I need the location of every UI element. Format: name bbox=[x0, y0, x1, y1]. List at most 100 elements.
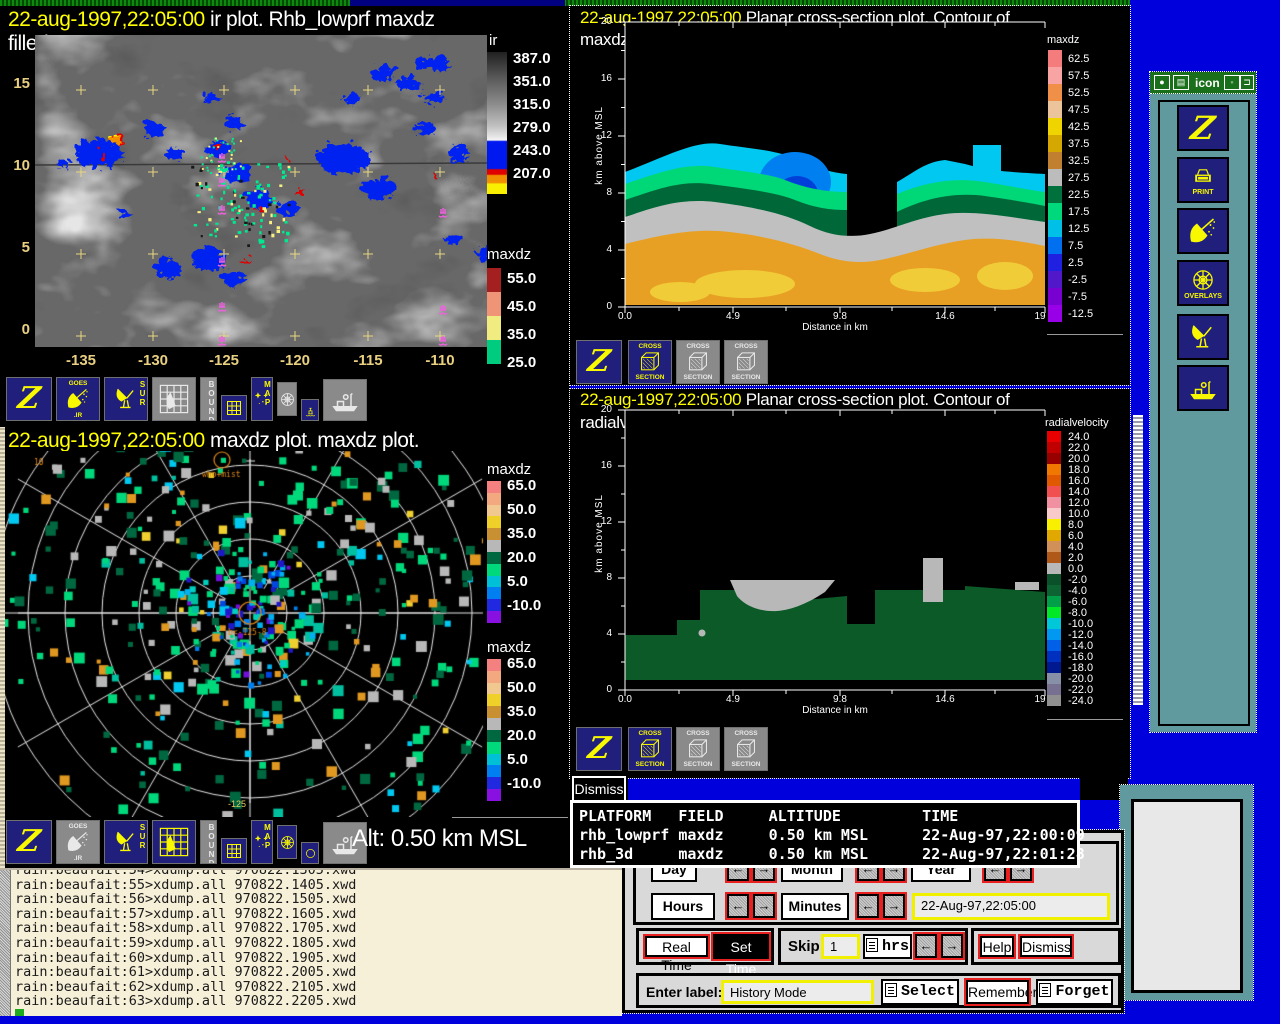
skip-label: Skip bbox=[788, 938, 820, 955]
cross-section-button-2[interactable]: CROSSSECTION bbox=[676, 727, 720, 771]
forget-menu-button[interactable]: Forget bbox=[1036, 979, 1113, 1005]
skip-groupbox: Skip 1 hrs ← → bbox=[778, 928, 968, 965]
ir-colorbar bbox=[487, 52, 507, 194]
colorbar-label: 243.0 bbox=[513, 142, 551, 159]
real-time-button[interactable]: Real Time bbox=[645, 936, 708, 957]
cross-section-button-3[interactable]: CROSSSECTION bbox=[724, 340, 768, 384]
terminal-cursor[interactable] bbox=[15, 1009, 24, 1016]
bounds-button[interactable]: BOUNDS bbox=[200, 377, 217, 421]
satellite-button[interactable] bbox=[1177, 208, 1229, 254]
ship-button[interactable] bbox=[323, 379, 367, 421]
print-button[interactable]: PRINT bbox=[1177, 157, 1229, 203]
window-iconify-icon[interactable]: ⊐ bbox=[1240, 75, 1254, 90]
goes-ir-button[interactable]: GOES.IR bbox=[56, 820, 100, 864]
satellite-map[interactable] bbox=[35, 35, 487, 347]
radar-ppi-display[interactable] bbox=[0, 451, 570, 817]
y-tick-label: 12 bbox=[590, 130, 612, 141]
grid-radar-button[interactable] bbox=[152, 820, 196, 864]
xsec1-plot[interactable] bbox=[613, 14, 1058, 326]
skip-units-menu[interactable]: hrs bbox=[863, 934, 912, 959]
hours-next-button[interactable]: → bbox=[753, 894, 775, 918]
colorbar-label: 315.0 bbox=[513, 96, 551, 113]
colorbar-label: 62.5 bbox=[1068, 53, 1089, 65]
cross-section-button-1[interactable]: CROSSSECTION bbox=[628, 727, 672, 771]
colorbar-segment bbox=[487, 777, 501, 789]
colorbar-segment bbox=[1047, 486, 1061, 497]
colorbar-segment bbox=[1048, 152, 1062, 169]
icon-label-bottom: SECTION bbox=[684, 761, 713, 768]
time-value-field[interactable]: 22-Aug-97,22:05:00 bbox=[912, 893, 1110, 920]
map-button[interactable]: MAP bbox=[251, 377, 273, 421]
colorbar-segment bbox=[487, 552, 501, 564]
skip-forward-button[interactable]: → bbox=[941, 934, 963, 958]
skip-value-field[interactable]: 1 bbox=[821, 934, 860, 959]
small-grid-button[interactable] bbox=[221, 395, 247, 421]
zebra-z-glyph: Z bbox=[16, 384, 42, 414]
colorbar-segment bbox=[1047, 497, 1061, 508]
label-value-field[interactable]: History Mode bbox=[721, 980, 874, 1004]
cross-section-button-2[interactable]: CROSSSECTION bbox=[676, 340, 720, 384]
help-button[interactable]: Help bbox=[980, 936, 1014, 957]
xsec2-plot[interactable] bbox=[613, 402, 1058, 709]
platform-dismiss-button[interactable]: Dismiss bbox=[572, 776, 626, 802]
terminal-window[interactable]: rain:beaufait:54>xdump.all 970822.1305.x… bbox=[0, 868, 622, 1016]
dismiss-button[interactable]: Dismiss bbox=[1020, 936, 1072, 957]
colorbar-segment bbox=[1047, 673, 1061, 684]
y-tick-label: 8 bbox=[590, 187, 612, 198]
colorbar-segment bbox=[1047, 519, 1061, 530]
terminal-scrollbar[interactable] bbox=[0, 870, 11, 1016]
circle-button[interactable] bbox=[301, 842, 319, 864]
bounds-button[interactable]: BOUNDS bbox=[200, 820, 217, 864]
overlays-button-label: OVERLAYS bbox=[1184, 293, 1222, 300]
x-tick-label: 9.8 bbox=[820, 694, 860, 705]
colorbar-label: 20.0 bbox=[507, 549, 536, 566]
zebra-button[interactable]: Z bbox=[576, 727, 622, 771]
minutes-prev-button[interactable]: ← bbox=[857, 894, 879, 918]
buoy-button[interactable] bbox=[301, 399, 319, 421]
cross-section-button-1-glyph bbox=[637, 736, 663, 762]
zebra-button[interactable]: Z bbox=[1177, 105, 1229, 151]
cross-section-button-3[interactable]: CROSSSECTION bbox=[724, 727, 768, 771]
overlays-wheel-button[interactable] bbox=[277, 825, 297, 859]
x-tick-label: 9.8 bbox=[820, 311, 860, 322]
radar-antenna-button[interactable] bbox=[1177, 314, 1229, 360]
colorbar-segment bbox=[1047, 552, 1061, 563]
minutes-next-button[interactable]: → bbox=[883, 894, 905, 918]
window-menu-icon[interactable]: ▤ bbox=[1173, 75, 1189, 90]
map-button[interactable]: MAP bbox=[251, 820, 273, 864]
zebra-button[interactable]: Z bbox=[6, 820, 52, 864]
icon-window-titlebar[interactable]: ● ▤ icon ◦ ⊐ bbox=[1150, 72, 1256, 94]
scroll-strip[interactable] bbox=[1133, 415, 1143, 705]
icon-label-top: CROSS bbox=[734, 343, 757, 350]
window-menu-circle-icon[interactable]: ● bbox=[1154, 75, 1170, 90]
radar-colorbar1 bbox=[487, 481, 501, 623]
remember-button[interactable]: Remember bbox=[966, 980, 1029, 1004]
xsec1-colorbar-title: maxdz bbox=[1047, 34, 1079, 46]
y-tick-label: 4 bbox=[590, 628, 612, 639]
colorbar-segment bbox=[1048, 67, 1062, 84]
y-tick-label: 16 bbox=[590, 460, 612, 471]
colorbar-segment bbox=[1047, 684, 1061, 695]
colorbar-segment bbox=[487, 493, 501, 505]
zebra-button[interactable]: Z bbox=[6, 377, 52, 421]
select-menu-button[interactable]: Select bbox=[881, 979, 959, 1005]
colorbar-segment bbox=[487, 576, 501, 588]
small-grid-button[interactable] bbox=[221, 838, 247, 864]
surveillance-button[interactable]: SUR bbox=[104, 377, 148, 421]
skip-back-button[interactable]: ← bbox=[915, 934, 937, 958]
set-time-button[interactable]: Set Time bbox=[713, 934, 769, 959]
colorbar-label: 45.0 bbox=[507, 298, 536, 315]
surveillance-button[interactable]: SUR bbox=[104, 820, 148, 864]
sat-x-tick: -120 bbox=[270, 352, 320, 369]
goes-ir-button[interactable]: GOES.IR bbox=[56, 377, 100, 421]
cross-section-button-1[interactable]: CROSSSECTION bbox=[628, 340, 672, 384]
zebra-button[interactable]: Z bbox=[576, 340, 622, 384]
y-tick-label: 8 bbox=[590, 572, 612, 583]
grid-radar-button[interactable] bbox=[152, 377, 196, 421]
overlays-button[interactable]: OVERLAYS bbox=[1177, 260, 1229, 306]
overlays-wheel-button[interactable] bbox=[277, 382, 297, 416]
window-maximize-icon[interactable]: ◦ bbox=[1224, 75, 1240, 90]
ship-button[interactable] bbox=[1177, 365, 1229, 411]
circle-button-glyph bbox=[303, 846, 318, 861]
hours-prev-button[interactable]: ← bbox=[727, 894, 749, 918]
